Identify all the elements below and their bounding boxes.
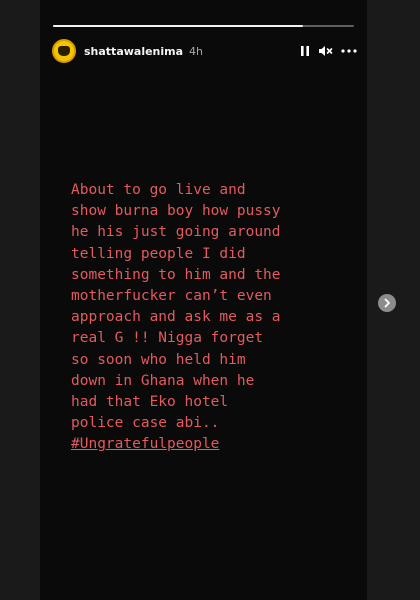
more-options-button[interactable] bbox=[341, 49, 357, 53]
muted-speaker-icon bbox=[319, 46, 333, 56]
pause-icon bbox=[301, 46, 309, 56]
hashtag-link[interactable]: #Ungratefulpeople bbox=[71, 436, 219, 452]
next-story-button[interactable] bbox=[378, 294, 396, 312]
story-caption: About to go live and show burna boy how … bbox=[71, 180, 361, 456]
post-time: 4h bbox=[189, 44, 204, 58]
caption-line: show burna boy how pussy bbox=[71, 203, 281, 220]
caption-line: he his just going around bbox=[71, 224, 281, 241]
caption-line: telling people I did bbox=[71, 245, 246, 262]
story-progress-fill bbox=[53, 25, 303, 27]
caption-line: something to him and the bbox=[71, 266, 281, 283]
mute-button[interactable] bbox=[318, 45, 333, 57]
chevron-right-icon bbox=[384, 298, 390, 308]
story-viewer[interactable]: shattawalenima 4h About to go live and s… bbox=[40, 0, 367, 600]
pause-button[interactable] bbox=[300, 45, 310, 57]
caption-line: down in Ghana when he bbox=[71, 372, 255, 389]
avatar-image bbox=[58, 46, 70, 56]
caption-line: so soon who held him bbox=[71, 351, 246, 368]
caption-line: had that Eko hotel bbox=[71, 394, 229, 411]
caption-line: police case abi.. bbox=[71, 415, 220, 432]
caption-line: approach and ask me as a bbox=[71, 309, 281, 326]
avatar[interactable] bbox=[52, 39, 76, 63]
more-options-icon bbox=[341, 49, 357, 53]
story-header: shattawalenima 4h bbox=[52, 38, 357, 64]
caption-line: real G !! Nigga forget bbox=[71, 330, 264, 347]
story-progress-bar bbox=[53, 25, 354, 27]
caption-line: About to go live and bbox=[71, 182, 246, 198]
username[interactable]: shattawalenima bbox=[84, 45, 183, 58]
story-controls bbox=[300, 45, 357, 57]
caption-line: motherfucker can’t even bbox=[71, 288, 272, 305]
